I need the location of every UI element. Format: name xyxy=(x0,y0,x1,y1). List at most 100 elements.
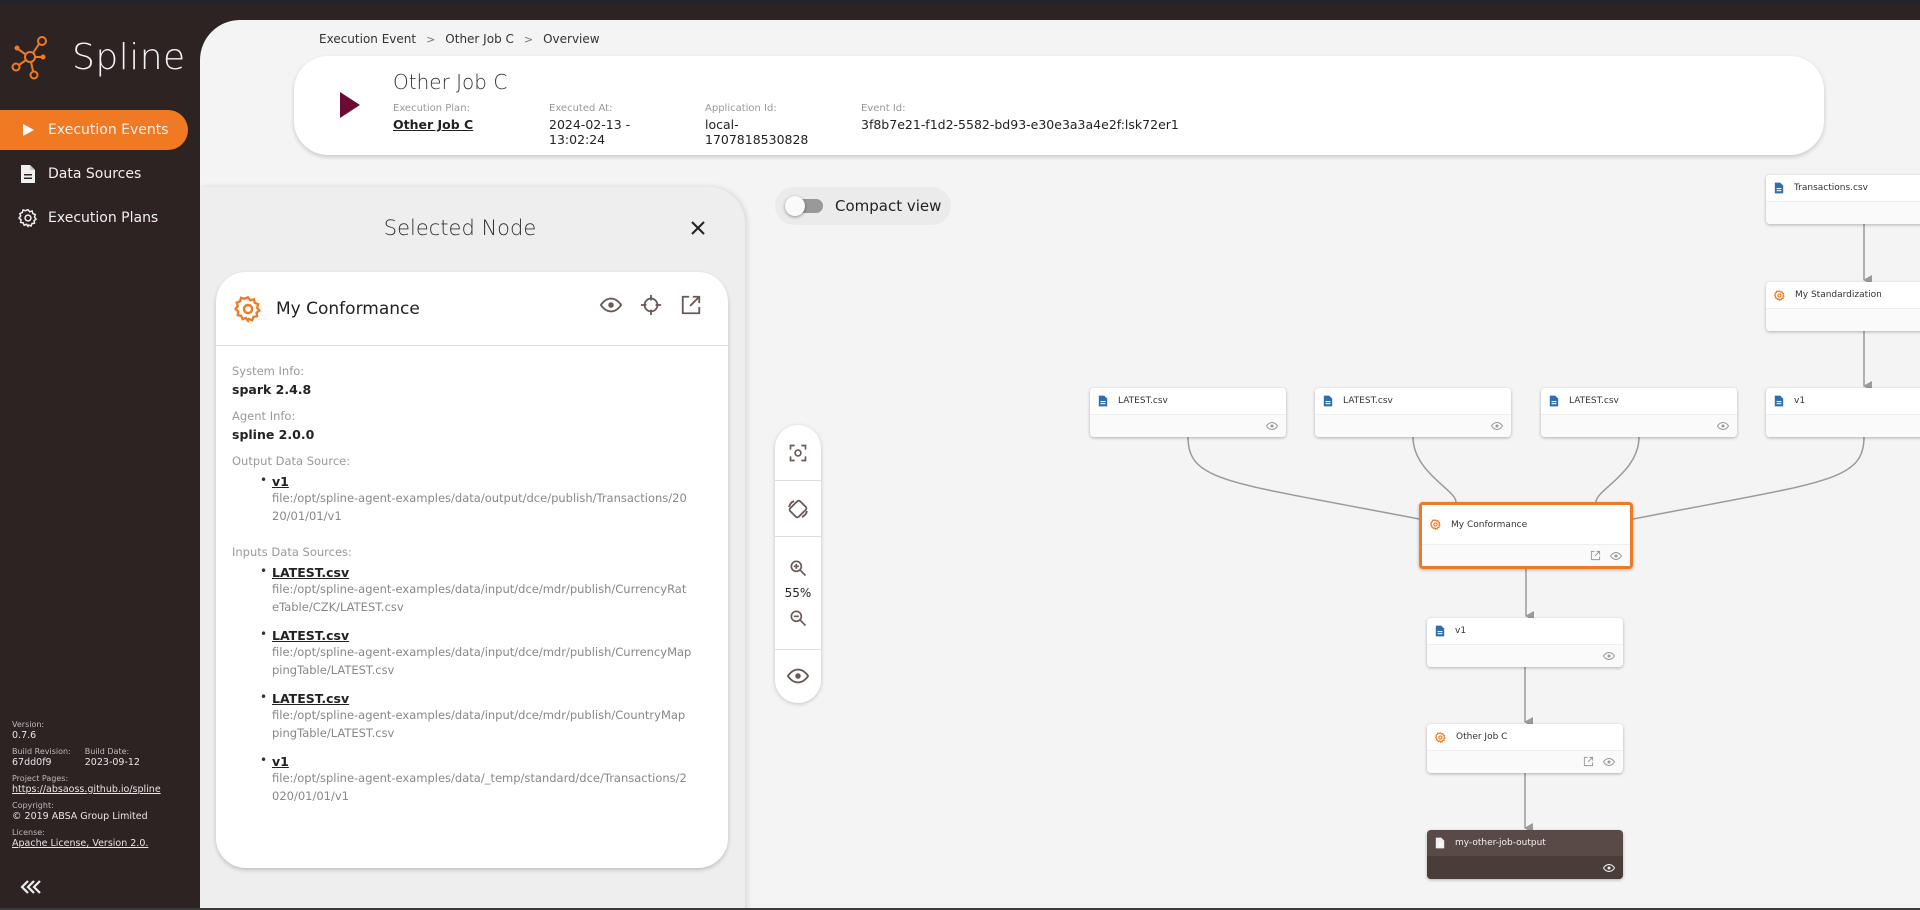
graph-node-output[interactable]: my-other-job-output xyxy=(1427,830,1623,879)
datasource-file-icon xyxy=(1435,837,1445,849)
logo[interactable]: Spline xyxy=(10,34,186,80)
open-external-icon[interactable] xyxy=(1590,550,1602,562)
list-item: v1 file:/opt/spline-agent-examples/data/… xyxy=(260,473,712,525)
datasource-link[interactable]: v1 xyxy=(272,474,712,489)
execution-plan-field: Execution Plan: Other Job C xyxy=(393,103,519,147)
sidebar: Spline Execution Events Data Sources Exe… xyxy=(0,4,200,908)
sidebar-item-label: Execution Plans xyxy=(48,210,159,226)
spline-logo-icon xyxy=(11,36,47,80)
eye-icon[interactable] xyxy=(1603,650,1615,662)
main-content: Execution Event > Other Job C > Overview… xyxy=(200,20,1920,908)
chevron-right-icon: > xyxy=(426,32,436,46)
project-pages-link[interactable]: https://absaoss.github.io/spline xyxy=(12,784,161,795)
graph-node-latest2[interactable]: LATEST.csv xyxy=(1315,388,1511,437)
open-external-icon[interactable] xyxy=(1583,756,1595,768)
execution-event-header: Other Job C Execution Plan: Other Job C … xyxy=(294,56,1824,155)
eye-icon[interactable] xyxy=(1717,420,1729,432)
field-label: Application Id: xyxy=(705,103,777,114)
page-title: Other Job C xyxy=(393,70,508,94)
graph-node-latest1[interactable]: LATEST.csv xyxy=(1090,388,1286,437)
field-label: Execution Plan: xyxy=(393,103,470,114)
toggle-attributes-button[interactable] xyxy=(786,664,810,688)
breadcrumb-item[interactable]: Other Job C xyxy=(445,32,514,46)
sidebar-item-label: Execution Events xyxy=(48,122,169,138)
output-datasource-label: Output Data Source: xyxy=(232,454,351,468)
sidebar-nav: Execution Events Data Sources Execution … xyxy=(0,110,200,242)
inputs-datasource-label: Inputs Data Sources: xyxy=(232,545,352,559)
graph-node-label: v1 xyxy=(1794,396,1806,406)
build-revision-label: Build Revision: xyxy=(12,747,71,756)
graph-node-latest3[interactable]: LATEST.csv xyxy=(1541,388,1737,437)
license-label: License: xyxy=(12,828,45,837)
application-id-field: Application Id: local-1707818530828 xyxy=(705,103,831,147)
zoom-out-button[interactable] xyxy=(786,606,810,630)
sidebar-item-execution-events[interactable]: Execution Events xyxy=(0,110,188,150)
chevrons-left-icon xyxy=(20,880,41,894)
zoom-in-icon xyxy=(790,560,807,577)
datasource-path: file:/opt/spline-agent-examples/data/inp… xyxy=(272,708,686,740)
datasource-path: file:/opt/spline-agent-examples/data/inp… xyxy=(272,582,687,614)
list-item: LATEST.csv file:/opt/spline-agent-exampl… xyxy=(260,690,712,742)
sidebar-item-label: Data Sources xyxy=(48,166,142,182)
collapse-sidebar-button[interactable] xyxy=(20,876,42,900)
zoom-level: 55% xyxy=(784,586,812,600)
chevron-right-icon: > xyxy=(523,32,534,46)
datasource-link[interactable]: LATEST.csv xyxy=(272,565,712,580)
graph-node-otherjob[interactable]: Other Job C xyxy=(1427,724,1623,773)
lineage-graph[interactable]: Compact view 55% Transactions.csv My Sta… xyxy=(760,175,1920,908)
eye-icon[interactable] xyxy=(1491,420,1503,432)
window-top-strip xyxy=(0,0,1920,4)
list-item: LATEST.csv file:/opt/spline-agent-exampl… xyxy=(260,627,712,679)
graph-node-standardization[interactable]: My Standardization xyxy=(1766,282,1920,331)
graph-node-label: v1 xyxy=(1455,626,1467,636)
eye-icon[interactable] xyxy=(1610,550,1622,562)
operation-gear-icon xyxy=(234,295,261,323)
field-value: local-1707818530828 xyxy=(705,117,809,147)
field-value: 2024-02-13 - 13:02:24 xyxy=(549,117,631,147)
eye-icon[interactable] xyxy=(1603,756,1615,768)
eye-icon xyxy=(600,297,622,313)
datasource-link[interactable]: LATEST.csv xyxy=(272,628,712,643)
datasource-link[interactable]: LATEST.csv xyxy=(272,691,712,706)
center-focus-icon xyxy=(789,444,807,461)
sidebar-item-execution-plans[interactable]: Execution Plans xyxy=(0,198,200,238)
graph-node-transactions[interactable]: Transactions.csv xyxy=(1766,175,1920,224)
graph-node-label: Other Job C xyxy=(1456,732,1508,742)
graph-node-conformance[interactable]: My Conformance xyxy=(1419,502,1633,569)
graph-edge-latest3-to-conformance xyxy=(1595,436,1640,503)
version-label: Version: xyxy=(12,720,45,729)
rotate-layout-button[interactable] xyxy=(786,497,810,521)
eye-icon xyxy=(787,668,809,684)
graph-edge-v1_in-to-conformance xyxy=(1632,436,1865,520)
execution-event-play-icon xyxy=(340,92,360,118)
close-icon xyxy=(691,221,705,235)
compact-view-toggle[interactable] xyxy=(785,196,823,216)
agent-info-value: spline 2.0.0 xyxy=(232,427,315,442)
license-link[interactable]: Apache License, Version 2.0. xyxy=(12,838,148,849)
output-datasource-list: v1 file:/opt/spline-agent-examples/data/… xyxy=(232,473,712,525)
datasource-file-icon xyxy=(1549,395,1559,407)
graph-node-v1_in[interactable]: v1 xyxy=(1766,388,1920,437)
graph-edges xyxy=(1187,224,1872,833)
eye-icon[interactable] xyxy=(1603,862,1615,874)
graph-node-label: My Conformance xyxy=(1451,519,1528,530)
sidebar-item-data-sources[interactable]: Data Sources xyxy=(0,154,200,194)
focus-node-button[interactable] xyxy=(640,294,662,316)
operation-gear-icon xyxy=(1430,519,1441,530)
compact-view-label: Compact view xyxy=(835,197,942,215)
selected-node-panel: Selected Node My Conformance System Info… xyxy=(200,187,745,908)
list-item: LATEST.csv file:/opt/spline-agent-exampl… xyxy=(260,564,712,616)
open-in-new-button[interactable] xyxy=(680,294,702,316)
build-revision-value: 67dd0f9 xyxy=(12,757,52,768)
graph-node-v1_out[interactable]: v1 xyxy=(1427,618,1623,667)
datasource-link[interactable]: v1 xyxy=(272,754,712,769)
fit-to-screen-button[interactable] xyxy=(786,441,810,465)
view-schema-button[interactable] xyxy=(600,294,622,316)
project-pages-label: Project Pages: xyxy=(12,774,69,783)
eye-icon[interactable] xyxy=(1266,420,1278,432)
execution-plan-link[interactable]: Other Job C xyxy=(393,117,519,132)
datasource-file-icon xyxy=(1435,625,1445,637)
zoom-in-button[interactable] xyxy=(786,556,810,580)
breadcrumb-item[interactable]: Execution Event xyxy=(319,32,416,46)
close-panel-button[interactable] xyxy=(690,214,706,242)
